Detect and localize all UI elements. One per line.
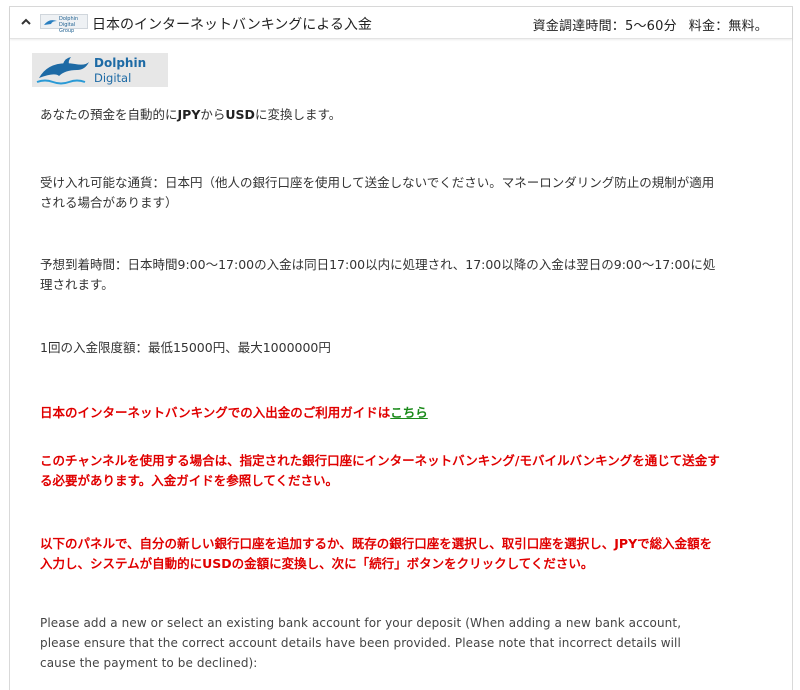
conversion-prefix: あなたの預金を自動的に — [40, 107, 178, 122]
english-notice: Please add a new or select an existing b… — [40, 616, 682, 670]
conversion-suffix: に変換します。 — [254, 107, 342, 122]
deposit-limit-text: 1回の入金限度額：最低15000円、最大1000000円 — [40, 340, 331, 355]
currency-to: USD — [225, 107, 255, 122]
accepted-currency-text: 受け入れ可能な通貨：日本円（他人の銀行口座を使用して送金しないでください。マネー… — [40, 175, 715, 210]
mini-brand-logo: Dolphin Digital Group — [40, 14, 88, 34]
arrival-time-text: 予想到着時間：日本時間9:00～17:00の入金は同日17:00以内に処理され、… — [40, 257, 716, 292]
brand-logo: Dolphin Digital Group — [32, 53, 168, 87]
panel-title: 日本のインターネットバンキングによる入金 — [92, 17, 372, 33]
panel-meta: 資金調達時間：5～60分 料金：無料。 — [533, 15, 768, 34]
dolphin-mini-icon — [44, 20, 57, 25]
channel-notice: このチャンネルを使用する場合は、指定された銀行口座にインターネットバンキング/モ… — [40, 453, 720, 488]
guide-link[interactable]: こちら — [390, 405, 428, 420]
processing-time: 資金調達時間：5～60分 — [532, 19, 677, 34]
chevron-up-icon[interactable] — [20, 16, 32, 28]
logo-line1: Dolphin — [94, 56, 147, 70]
conversion-text: あなたの預金を自動的にJPYからUSDに変換します。 — [40, 105, 720, 125]
guide-text: 日本のインターネットバンキングでの入出金のご利用ガイドはこちら — [40, 403, 720, 423]
conversion-mid: から — [200, 107, 226, 122]
dolphin-logo-icon — [36, 57, 89, 85]
currency-from: JPY — [177, 107, 201, 122]
fee: 料金：無料。 — [688, 19, 768, 34]
panel-header[interactable]: Dolphin Digital Group 日本のインターネットバンキングによる… — [10, 7, 792, 39]
deposit-panel: Dolphin Digital Group 日本のインターネットバンキングによる… — [9, 6, 793, 690]
logo-line2: Digital Group — [94, 71, 132, 87]
mini-logo-line2: Digital Group — [59, 22, 76, 34]
panel-notice: 以下のパネルで、自分の新しい銀行口座を追加するか、既存の銀行口座を選択し、取引口… — [40, 536, 713, 571]
guide-label: 日本のインターネットバンキングでの入出金のご利用ガイドは — [40, 405, 391, 420]
